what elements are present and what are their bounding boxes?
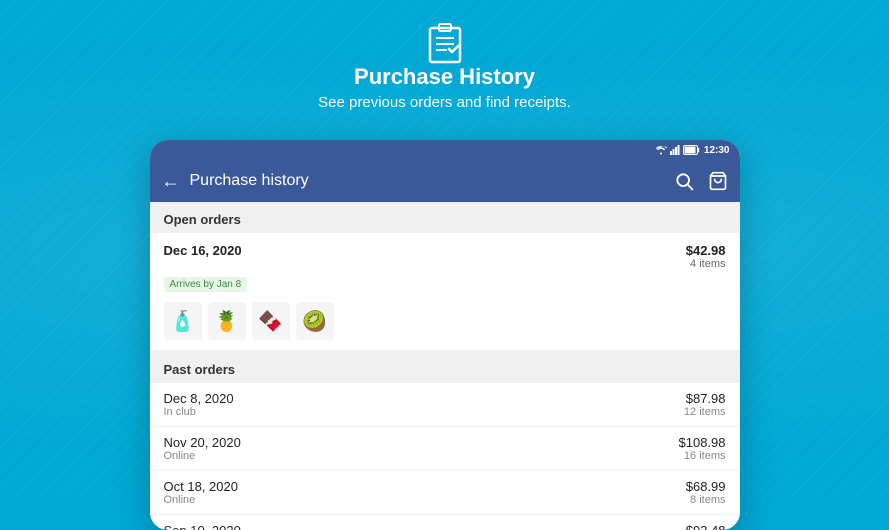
- past-order-source: Online: [164, 494, 238, 506]
- clipboard-icon: [427, 22, 463, 64]
- past-order-source: In club: [164, 406, 234, 418]
- past-order-row[interactable]: Dec 8, 2020 In club $87.98 12 items: [150, 383, 740, 427]
- past-order-right: $87.98 12 items: [684, 391, 726, 418]
- page-subtitle: See previous orders and find receipts.: [318, 94, 571, 111]
- past-order-amount: $87.98: [684, 391, 726, 406]
- back-button[interactable]: ←: [162, 171, 180, 192]
- past-order-right: $108.98 16 items: [679, 435, 726, 462]
- past-order-date: Oct 18, 2020: [164, 479, 238, 494]
- past-order-date: Sep 10, 2020: [164, 523, 241, 530]
- product-thumb-1: 🧴: [164, 302, 202, 340]
- arrives-badge: Arrives by Jan 8: [164, 277, 248, 292]
- past-order-amount: $92.48: [684, 523, 726, 530]
- product-thumb-3: 🍫: [252, 302, 290, 340]
- past-order-right: $92.48 10 items: [684, 523, 726, 530]
- past-order-amount: $68.99: [686, 479, 726, 494]
- app-bar: ← Purchase history: [150, 160, 740, 202]
- past-order-date: Nov 20, 2020: [164, 435, 241, 450]
- signal-icon: [670, 145, 680, 155]
- past-order-right: $68.99 8 items: [686, 479, 726, 506]
- wifi-icon: [655, 145, 667, 155]
- product-thumb-4: 🥝: [296, 302, 334, 340]
- open-order-date: Dec 16, 2020: [164, 243, 242, 258]
- battery-icon: [683, 145, 701, 155]
- past-order-count: 12 items: [684, 406, 726, 418]
- open-orders-header: Open orders: [150, 202, 740, 233]
- past-order-count: 8 items: [686, 494, 726, 506]
- content-area: Open orders Dec 16, 2020 $42.98 4 items …: [150, 202, 740, 530]
- open-order-amount: $42.98: [686, 243, 726, 258]
- past-order-count: 16 items: [679, 450, 726, 462]
- app-bar-actions: [674, 171, 728, 191]
- hero-section: Purchase History See previous orders and…: [0, 0, 889, 111]
- product-thumbnails: 🧴 🍍 🍫 🥝: [164, 302, 726, 340]
- status-time: 12:30: [704, 145, 730, 156]
- past-order-row[interactable]: Sep 10, 2020 Online $92.48 10 items: [150, 515, 740, 530]
- past-order-source: Online: [164, 450, 241, 462]
- open-order-card[interactable]: Dec 16, 2020 $42.98 4 items Arrives by J…: [150, 233, 740, 350]
- past-order-row[interactable]: Nov 20, 2020 Online $108.98 16 items: [150, 427, 740, 471]
- search-icon[interactable]: [674, 171, 694, 191]
- past-order-row[interactable]: Oct 18, 2020 Online $68.99 8 items: [150, 471, 740, 515]
- past-order-amount: $108.98: [679, 435, 726, 450]
- past-order-date: Dec 8, 2020: [164, 391, 234, 406]
- app-bar-title: Purchase history: [190, 172, 664, 190]
- product-thumb-2: 🍍: [208, 302, 246, 340]
- open-order-items-count: 4 items: [686, 258, 726, 270]
- past-orders-list: Dec 8, 2020 In club $87.98 12 items Nov …: [150, 383, 740, 530]
- cart-icon[interactable]: [708, 171, 728, 191]
- status-bar: 12:30: [150, 140, 740, 160]
- status-icons: 12:30: [655, 145, 730, 156]
- page-title: Purchase History: [354, 64, 535, 90]
- past-orders-header: Past orders: [150, 352, 740, 383]
- device-frame: 12:30 ← Purchase history Open orders Dec…: [150, 140, 740, 530]
